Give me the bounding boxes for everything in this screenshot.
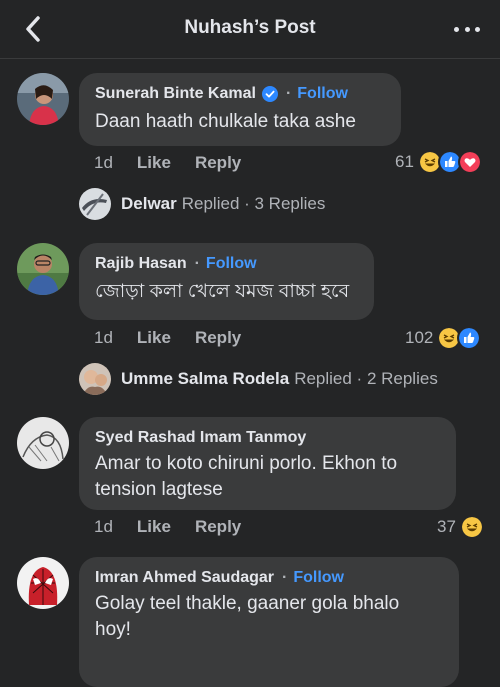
comment-text-line: hoy! bbox=[95, 619, 131, 640]
comment-time[interactable]: 1d bbox=[94, 517, 113, 537]
comment-actions: 1d Like Reply bbox=[94, 517, 265, 537]
comment-actions: 1d Like Reply bbox=[94, 328, 265, 348]
reply-button[interactable]: Reply bbox=[195, 328, 241, 348]
like-button[interactable]: Like bbox=[137, 328, 171, 348]
comment-text-line: Amar to koto chiruni porlo. Ekhon to bbox=[95, 453, 398, 474]
comment-bubble: Rajib Hasan · Follow জোড়া কলা খেলে যমজ … bbox=[79, 243, 374, 320]
page-title: Nuhash’s Post bbox=[184, 17, 316, 38]
reaction-count: 61 bbox=[395, 152, 414, 171]
separator-dot: · bbox=[282, 569, 288, 586]
avatar bbox=[79, 188, 111, 220]
like-icon bbox=[457, 326, 482, 350]
follow-button[interactable]: Follow bbox=[293, 569, 344, 587]
more-options-button[interactable] bbox=[454, 20, 480, 38]
top-bar: Nuhash’s Post bbox=[0, 0, 500, 59]
reply-button[interactable]: Reply bbox=[195, 517, 241, 537]
haha-icon bbox=[459, 515, 484, 539]
comment-bubble: Syed Rashad Imam Tanmoy Amar to koto chi… bbox=[79, 417, 456, 510]
reply-button[interactable]: Reply bbox=[195, 153, 241, 173]
comment-text: জোড়া কলা খেলে যমজ বাচ্চা হবে bbox=[95, 281, 350, 302]
comment-text-line: Golay teel thakle, gaaner gola bhalo bbox=[95, 593, 400, 614]
avatar[interactable] bbox=[17, 243, 69, 295]
love-icon bbox=[457, 150, 482, 174]
reaction-summary[interactable]: 37 bbox=[437, 515, 484, 539]
replies-count: Replied · 2 Replies bbox=[294, 369, 438, 388]
comment-author[interactable]: Imran Ahmed Saudagar bbox=[95, 569, 274, 587]
reply-author: Umme Salma Rodela bbox=[121, 369, 290, 388]
avatar[interactable] bbox=[17, 417, 69, 469]
reply-author: Delwar bbox=[121, 194, 177, 213]
comment-text: Golay teel thakle, gaaner gola bhalo hoy… bbox=[95, 591, 443, 643]
avatar[interactable] bbox=[17, 73, 69, 125]
comment-text-line: tension lagtese bbox=[95, 479, 223, 500]
more-dot-icon bbox=[464, 26, 470, 32]
reaction-summary[interactable]: 102 bbox=[405, 326, 482, 350]
comment-author[interactable]: Syed Rashad Imam Tanmoy bbox=[95, 429, 306, 447]
comment-text: Amar to koto chiruni porlo. Ekhon to ten… bbox=[95, 451, 440, 503]
more-dot-icon bbox=[454, 26, 459, 32]
avatar bbox=[79, 363, 111, 395]
replies-count: Replied · 3 Replies bbox=[181, 194, 326, 213]
separator-dot: · bbox=[285, 85, 292, 102]
follow-button[interactable]: Follow bbox=[297, 85, 348, 103]
comment-bubble: Imran Ahmed Saudagar · Follow Golay teel… bbox=[79, 557, 459, 687]
reaction-count: 102 bbox=[405, 328, 434, 347]
reaction-count: 37 bbox=[437, 517, 456, 536]
comment-bubble: Sunerah Binte Kamal · Follow Daan haath … bbox=[79, 73, 401, 146]
separator-dot: · bbox=[194, 255, 200, 272]
comment-actions: 1d Like Reply bbox=[94, 153, 265, 173]
comment-author[interactable]: Rajib Hasan bbox=[95, 255, 187, 273]
avatar[interactable] bbox=[17, 557, 69, 609]
comment-time[interactable]: 1d bbox=[94, 328, 113, 348]
verified-badge-icon bbox=[261, 86, 278, 102]
more-dot-icon bbox=[475, 26, 480, 32]
follow-button[interactable]: Follow bbox=[206, 255, 257, 273]
comment-text: Daan haath chulkale taka ashe bbox=[95, 111, 356, 132]
replies-link[interactable]: Umme Salma Rodela Replied · 2 Replies bbox=[79, 363, 438, 395]
comment-time[interactable]: 1d bbox=[94, 153, 113, 173]
reaction-summary[interactable]: 61 bbox=[395, 150, 482, 174]
like-button[interactable]: Like bbox=[137, 153, 171, 173]
comment-author[interactable]: Sunerah Binte Kamal bbox=[95, 85, 256, 103]
replies-link[interactable]: Delwar Replied · 3 Replies bbox=[79, 188, 325, 220]
like-button[interactable]: Like bbox=[137, 517, 171, 537]
